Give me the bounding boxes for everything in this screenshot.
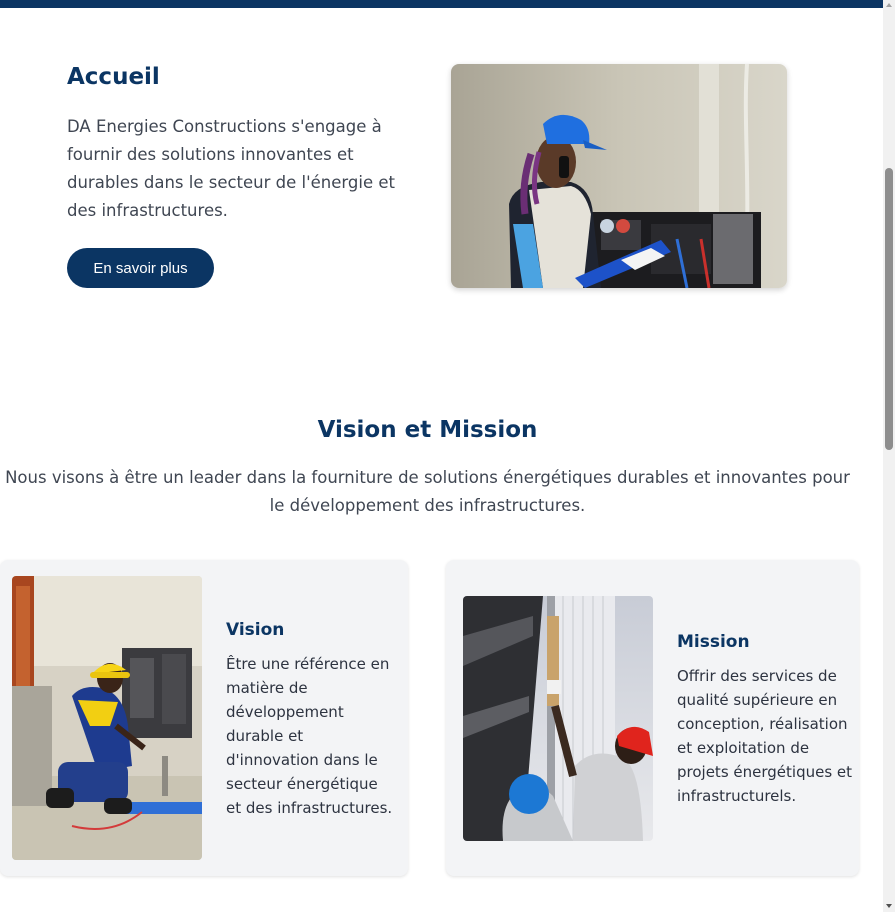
mission-card-text: Offrir des services de qualité supérieur… (677, 667, 853, 805)
scroll-down-arrow-icon[interactable] (886, 904, 892, 908)
learn-more-button[interactable]: En savoir plus (67, 248, 214, 288)
hero-title: Accueil (67, 64, 160, 90)
top-navigation-bar (0, 0, 883, 8)
mission-card-title: Mission (677, 632, 750, 652)
page-scrollbar[interactable] (883, 0, 895, 912)
scroll-up-arrow-icon[interactable] (886, 3, 892, 7)
vision-mission-title: Vision et Mission (317, 417, 538, 443)
hero-engineer-photo (451, 64, 787, 288)
vision-card: Vision Être une référence en matière de … (0, 560, 408, 876)
vision-card-text: Être une référence en matière de dévelop… (226, 655, 393, 817)
scrollbar-thumb[interactable] (885, 168, 893, 450)
mission-card: Mission Offrir des services de qualité s… (446, 560, 859, 876)
vision-card-photo (12, 576, 202, 860)
vision-card-title: Vision (226, 620, 285, 640)
vision-mission-intro: Nous visons à être un leader dans la fou… (5, 468, 850, 515)
mission-card-photo (463, 596, 653, 841)
hero-description: DA Energies Constructions s'engage à fou… (67, 117, 395, 220)
